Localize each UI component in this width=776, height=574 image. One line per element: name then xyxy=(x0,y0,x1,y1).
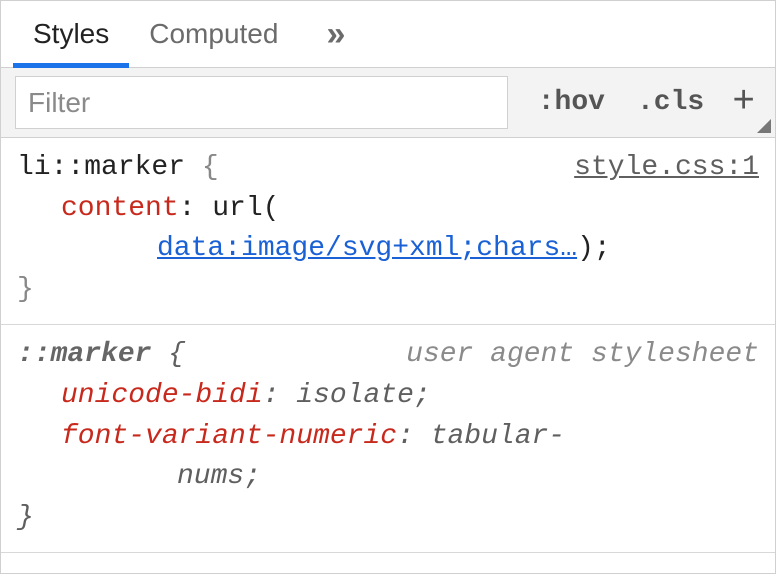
close-brace: } xyxy=(17,270,759,311)
ua-stylesheet-label: user agent stylesheet xyxy=(406,335,759,376)
colon: : xyxy=(397,421,414,452)
plus-icon: + xyxy=(732,81,755,124)
css-declaration[interactable]: content: url( xyxy=(17,189,759,230)
css-property-name[interactable]: font-variant-numeric xyxy=(61,421,397,452)
open-brace: { xyxy=(202,152,219,183)
semicolon: ; xyxy=(244,461,261,492)
tabs-overflow-icon[interactable]: » xyxy=(326,15,347,54)
colon: : xyxy=(179,193,196,224)
dropdown-corner-icon xyxy=(757,119,771,133)
rule-selector[interactable]: ::marker xyxy=(17,339,151,370)
css-declaration[interactable]: unicode-bidi: isolate; xyxy=(17,376,759,417)
open-brace: { xyxy=(168,339,185,370)
colon: : xyxy=(263,380,280,411)
filter-wrap xyxy=(1,68,522,137)
styles-toolbar: :hov .cls + xyxy=(1,68,775,138)
css-property-value-cont[interactable]: nums xyxy=(177,461,244,492)
styles-panel: Styles Computed » :hov .cls + li::marker… xyxy=(0,0,776,574)
tab-styles[interactable]: Styles xyxy=(13,2,129,67)
hov-toggle-button[interactable]: :hov xyxy=(522,68,621,137)
css-declaration[interactable]: font-variant-numeric: tabular- xyxy=(17,417,759,458)
panel-tabs: Styles Computed » xyxy=(1,0,775,68)
css-property-name[interactable]: unicode-bidi xyxy=(61,380,263,411)
css-property-value[interactable]: isolate xyxy=(296,380,414,411)
semicolon: ; xyxy=(414,380,431,411)
url-close: ); xyxy=(577,233,611,264)
close-brace: } xyxy=(17,498,759,539)
rules-list: li::marker { style.css:1 content: url( d… xyxy=(1,138,775,553)
css-url-value-link[interactable]: data:image/svg+xml;chars… xyxy=(157,233,577,264)
css-value-continuation: nums; xyxy=(17,457,759,498)
rule-selector[interactable]: li::marker xyxy=(17,152,185,183)
style-rule-ua[interactable]: ::marker { user agent stylesheet unicode… xyxy=(1,325,775,553)
css-value-continuation: data:image/svg+xml;chars…); xyxy=(17,229,759,270)
tab-computed[interactable]: Computed xyxy=(129,2,298,67)
rule-header: ::marker { user agent stylesheet xyxy=(17,335,759,376)
rule-source-link[interactable]: style.css:1 xyxy=(574,148,759,189)
style-rule[interactable]: li::marker { style.css:1 content: url( d… xyxy=(1,138,775,325)
filter-input[interactable] xyxy=(15,76,508,129)
css-property-name[interactable]: content xyxy=(61,193,179,224)
rule-header: li::marker { style.css:1 xyxy=(17,148,759,189)
url-keyword: url( xyxy=(212,193,279,224)
cls-toggle-button[interactable]: .cls xyxy=(621,68,720,137)
new-style-rule-button[interactable]: + xyxy=(720,68,775,137)
css-property-value[interactable]: tabular- xyxy=(431,421,565,452)
